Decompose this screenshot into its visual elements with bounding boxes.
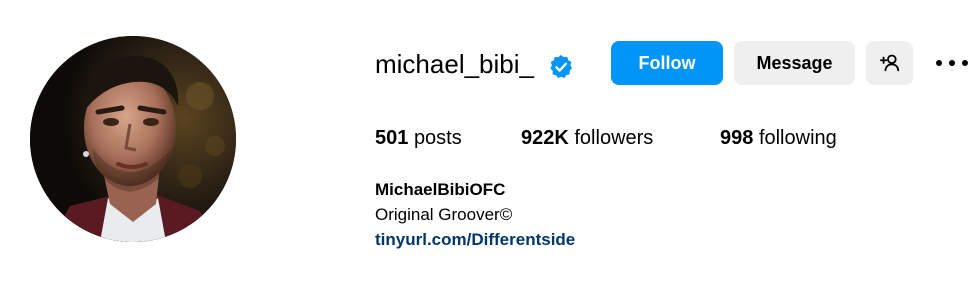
profile-bio: Original Groover© [375,205,513,224]
following-stat[interactable]: 998 following [720,124,837,152]
more-options-icon [949,60,955,66]
profile-avatar[interactable] [30,36,236,242]
more-options-button[interactable] [936,50,968,76]
suggest-similar-button[interactable] [866,41,913,85]
profile-full-name: MichaelBibiOFC [375,180,506,199]
posts-label: posts [413,127,462,149]
verified-badge-icon [550,54,573,79]
more-options-icon [936,60,942,66]
message-button[interactable]: Message [734,41,855,85]
posts-count: 501 [375,127,409,149]
followers-stat[interactable]: 922K followers [521,124,653,152]
avatar-photo [30,36,236,242]
followers-label: followers [574,127,654,149]
profile-username: michael_bibi_ [375,49,534,79]
more-options-icon [962,60,968,66]
person-plus-icon [879,54,899,72]
followers-count: 922K [521,127,569,149]
following-label: following [758,127,837,149]
posts-stat: 501 posts [375,124,462,152]
profile-external-link[interactable]: tinyurl.com/Differentside [375,228,575,252]
following-count: 998 [720,127,754,149]
follow-button[interactable]: Follow [611,41,723,85]
